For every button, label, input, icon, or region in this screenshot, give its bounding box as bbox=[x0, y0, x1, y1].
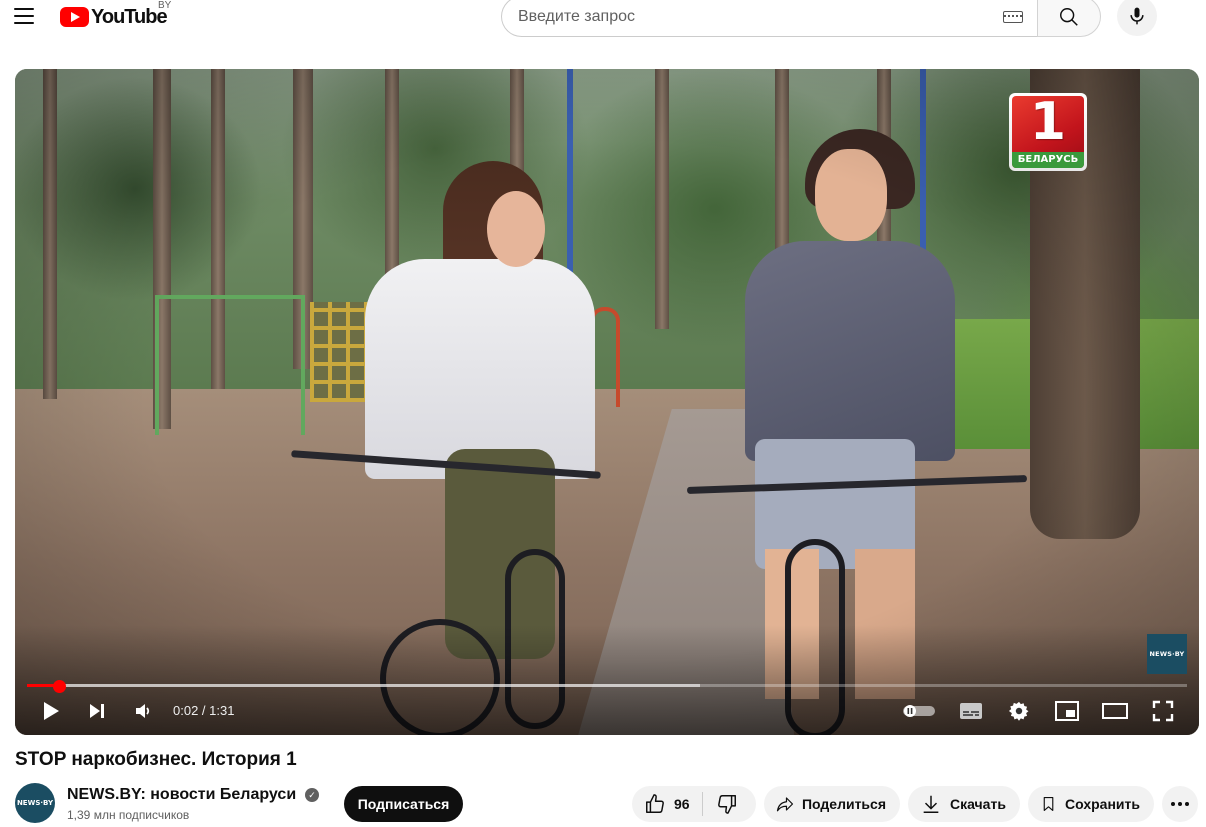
thumbs-down-icon bbox=[717, 795, 736, 814]
progress-bar[interactable] bbox=[27, 680, 1187, 693]
more-actions-button[interactable] bbox=[1162, 786, 1198, 822]
search-button[interactable] bbox=[1037, 0, 1101, 37]
autoplay-toggle-icon bbox=[903, 705, 935, 717]
next-button[interactable] bbox=[81, 693, 113, 729]
miniplayer-icon bbox=[1055, 701, 1079, 721]
youtube-play-icon bbox=[60, 7, 89, 27]
download-button[interactable]: Скачать bbox=[908, 786, 1020, 822]
bookmark-icon bbox=[1043, 797, 1054, 811]
verified-icon: ✓ bbox=[305, 788, 319, 802]
masthead: YouTube BY bbox=[0, 0, 1206, 37]
youtube-logo[interactable]: YouTube bbox=[60, 5, 168, 29]
time-separator: / bbox=[198, 703, 210, 718]
broadcaster-logo-label: БЕЛАРУСЬ bbox=[1012, 152, 1084, 168]
mic-icon bbox=[1130, 7, 1144, 25]
more-horizontal-icon bbox=[1171, 802, 1189, 806]
like-button[interactable]: 96 bbox=[632, 786, 702, 822]
thumbs-up-icon bbox=[646, 794, 664, 813]
search-input[interactable] bbox=[518, 7, 995, 26]
video-title: STOP наркобизнес. История 1 bbox=[15, 749, 297, 770]
menu-icon[interactable] bbox=[10, 2, 38, 30]
watermark-text: NEWS·BY bbox=[1149, 650, 1185, 658]
like-dislike-group: 96 bbox=[632, 786, 756, 822]
subscribe-button[interactable]: Подписаться bbox=[344, 786, 463, 822]
channel-avatar[interactable]: NEWS·BY bbox=[15, 783, 55, 823]
share-label: Поделиться bbox=[801, 796, 886, 812]
channel-watermark[interactable]: NEWS·BY bbox=[1147, 634, 1187, 674]
keyboard-icon[interactable] bbox=[1003, 10, 1023, 23]
share-icon bbox=[776, 797, 794, 812]
broadcaster-logo-number: 1 bbox=[1029, 96, 1067, 152]
dislike-button[interactable] bbox=[703, 786, 751, 822]
download-icon bbox=[923, 795, 939, 813]
search-bar bbox=[501, 0, 1101, 37]
like-count: 96 bbox=[674, 796, 690, 812]
theater-icon bbox=[1102, 703, 1128, 719]
video-player[interactable]: 1 БЕЛАРУСЬ NEWS·BY 0:02 / 1:31 bbox=[15, 69, 1199, 735]
time-total: 1:31 bbox=[209, 703, 235, 718]
play-button[interactable] bbox=[35, 693, 67, 729]
save-label: Сохранить bbox=[1065, 796, 1140, 812]
broadcaster-logo: 1 БЕЛАРУСЬ bbox=[1009, 93, 1087, 171]
fullscreen-icon bbox=[1152, 700, 1174, 722]
share-button[interactable]: Поделиться bbox=[764, 786, 900, 822]
time-current: 0:02 bbox=[173, 703, 199, 718]
search-icon bbox=[1060, 7, 1078, 26]
theater-mode-button[interactable] bbox=[1099, 693, 1131, 729]
volume-button[interactable] bbox=[127, 693, 159, 729]
search-box[interactable] bbox=[501, 0, 1037, 37]
volume-icon bbox=[136, 704, 150, 718]
subscriber-count: 1,39 млн подписчиков bbox=[67, 808, 190, 822]
player-controls: 0:02 / 1:31 bbox=[15, 693, 1199, 729]
country-code: BY bbox=[158, 0, 172, 11]
save-button[interactable]: Сохранить bbox=[1028, 786, 1154, 822]
settings-icon bbox=[1008, 701, 1029, 721]
settings-button[interactable] bbox=[1003, 693, 1035, 729]
logo-text: YouTube bbox=[91, 5, 168, 28]
subtitles-button[interactable] bbox=[955, 693, 987, 729]
channel-avatar-text: NEWS·BY bbox=[16, 799, 54, 807]
time-display: 0:02 / 1:31 bbox=[173, 703, 234, 718]
download-label: Скачать bbox=[950, 796, 1006, 812]
fullscreen-button[interactable] bbox=[1147, 693, 1179, 729]
play-icon bbox=[44, 702, 59, 720]
subtitles-icon bbox=[960, 703, 982, 719]
channel-name[interactable]: NEWS.BY: новости Беларуси ... bbox=[67, 786, 299, 804]
voice-search-button[interactable] bbox=[1117, 0, 1157, 36]
next-icon bbox=[90, 704, 104, 718]
progress-buffered bbox=[27, 684, 700, 687]
miniplayer-button[interactable] bbox=[1051, 693, 1083, 729]
autoplay-toggle[interactable] bbox=[899, 693, 939, 729]
